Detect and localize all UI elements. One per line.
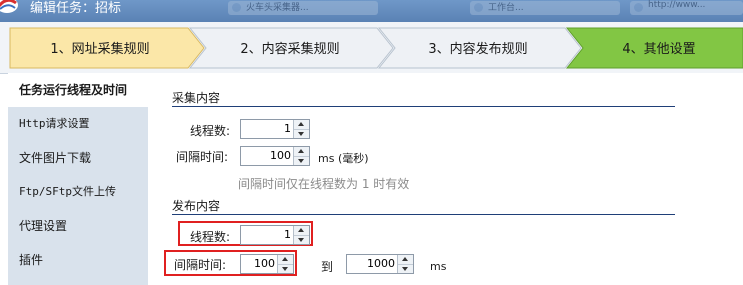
- background-tab[interactable]: 火车头采集器...: [228, 1, 378, 15]
- spin-down-icon[interactable]: [294, 156, 309, 165]
- publish-section-title: 发布内容: [172, 199, 221, 213]
- sidebar-item-label: 插件: [19, 253, 44, 267]
- publish-interval-from-stepper[interactable]: 100: [240, 254, 294, 274]
- step-url-rules[interactable]: 1、网址采集规则: [10, 38, 190, 58]
- collect-interval-value: 100: [270, 149, 291, 162]
- spinner-buttons: [293, 147, 309, 165]
- collect-threads-value: 1: [284, 122, 291, 135]
- publish-interval-from-value: 100: [254, 257, 275, 270]
- step-other-settings[interactable]: 4、其他设置: [575, 38, 743, 58]
- publish-interval-to-value: 1000: [367, 257, 395, 270]
- publish-interval-unit: ms: [430, 260, 447, 273]
- collect-threads-label: 线程数:: [190, 124, 231, 138]
- sidebar-item-plugins[interactable]: 插件: [8, 243, 148, 277]
- section-divider: [172, 214, 675, 215]
- spin-down-icon[interactable]: [294, 129, 309, 138]
- window-title: 编辑任务：招标: [30, 1, 122, 16]
- sidebar-item-threads-time[interactable]: 任务运行线程及时间: [8, 73, 148, 107]
- tab-icon: [232, 3, 241, 12]
- sidebar-item-label: Http请求设置: [19, 117, 90, 130]
- sidebar-item-label: Ftp/SFtp文件上传: [19, 185, 116, 198]
- publish-interval-to-label: 到: [321, 260, 334, 274]
- background-tab[interactable]: 工作台...: [470, 1, 620, 15]
- publish-interval-label: 间隔时间:: [174, 258, 227, 272]
- sidebar-item-label: 任务运行线程及时间: [19, 83, 128, 97]
- sidebar-item-label: 文件图片下载: [19, 151, 92, 165]
- title-bar: 编辑任务：招标 火车头采集器... 工作台... http://www...: [0, 0, 743, 22]
- spin-down-icon[interactable]: [398, 264, 413, 273]
- section-divider: [172, 106, 675, 107]
- publish-threads-value: 1: [284, 228, 291, 241]
- spin-up-icon[interactable]: [278, 255, 293, 264]
- publish-threads-stepper[interactable]: 1: [240, 225, 310, 245]
- spin-down-icon[interactable]: [278, 264, 293, 273]
- spinner-buttons: [277, 255, 293, 273]
- collect-interval-label: 间隔时间:: [176, 150, 229, 164]
- background-tab[interactable]: http://www...: [630, 0, 743, 15]
- spin-down-icon[interactable]: [294, 235, 309, 244]
- step-publish-rules[interactable]: 3、内容发布规则: [388, 38, 568, 58]
- sidebar-item-proxy[interactable]: 代理设置: [8, 209, 148, 243]
- spinner-buttons: [293, 226, 309, 244]
- collect-interval-hint: 间隔时间仅在线程数为 1 时有效: [238, 177, 410, 191]
- sidebar-item-label: 代理设置: [19, 219, 68, 233]
- sidebar-item-http[interactable]: Http请求设置: [8, 107, 148, 141]
- collect-threads-stepper[interactable]: 1: [240, 119, 310, 139]
- spinner-buttons: [397, 255, 413, 273]
- settings-sidebar: 任务运行线程及时间 Http请求设置 文件图片下载 Ftp/SFtp文件上传 代…: [8, 73, 148, 285]
- step-content-rules[interactable]: 2、内容采集规则: [200, 38, 380, 58]
- spin-up-icon[interactable]: [294, 120, 309, 129]
- tab-icon: [474, 3, 483, 12]
- spinner-buttons: [293, 120, 309, 138]
- collect-section-title: 采集内容: [172, 91, 221, 105]
- sidebar-item-ftp-upload[interactable]: Ftp/SFtp文件上传: [8, 175, 148, 209]
- publish-interval-to-stepper[interactable]: 1000: [346, 254, 414, 274]
- collect-interval-stepper[interactable]: 100: [240, 146, 310, 166]
- spin-up-icon[interactable]: [294, 226, 309, 235]
- spin-up-icon[interactable]: [398, 255, 413, 264]
- collect-interval-unit: ms (毫秒): [318, 152, 369, 165]
- tab-icon: [634, 3, 643, 12]
- sidebar-item-file-download[interactable]: 文件图片下载: [8, 141, 148, 175]
- publish-threads-label: 线程数:: [190, 230, 231, 244]
- wizard-steps: 1、网址采集规则 2、内容采集规则 3、内容发布规则 4、其他设置: [0, 22, 743, 74]
- settings-panel: 采集内容 线程数: 1 间隔时间: 100 ms (毫秒) 间隔时间仅在线程数为…: [148, 73, 743, 285]
- spin-up-icon[interactable]: [294, 147, 309, 156]
- app-logo-icon: [0, 0, 18, 13]
